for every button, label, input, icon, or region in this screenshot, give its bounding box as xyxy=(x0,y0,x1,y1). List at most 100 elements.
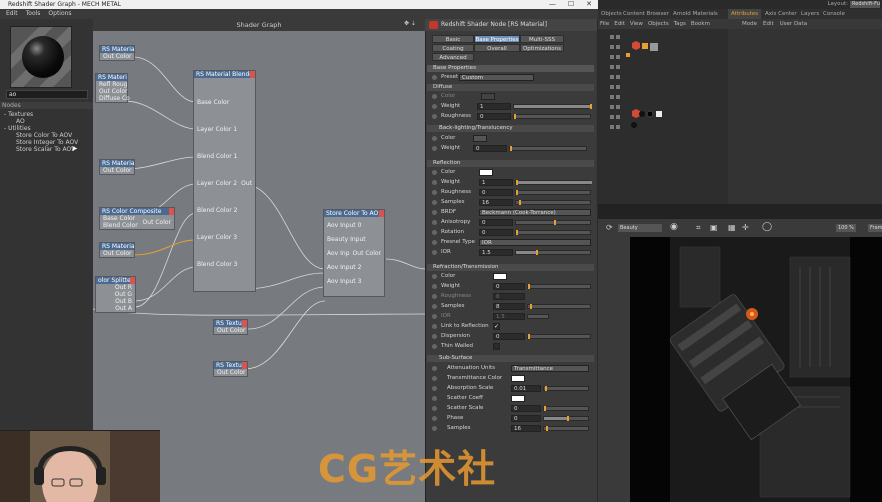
refl-ior-slider[interactable] xyxy=(515,250,591,255)
port-out-color[interactable]: Out Color xyxy=(214,369,247,376)
rotation-field[interactable]: 0 xyxy=(479,229,513,236)
absorption-scale-slider[interactable] xyxy=(543,386,589,391)
animate-dot-icon[interactable] xyxy=(432,416,437,421)
scatter-coeff-swatch[interactable] xyxy=(511,395,525,402)
frame-dropdown[interactable]: Fram xyxy=(868,224,882,232)
attribute-manager[interactable]: Mode Edit User Data xyxy=(728,19,882,204)
rotation-slider[interactable] xyxy=(515,230,591,235)
attr-menu-edit[interactable]: Edit xyxy=(763,19,774,29)
obj-menu-edit[interactable]: Edit xyxy=(614,19,625,29)
refr-weight-slider[interactable] xyxy=(527,284,591,289)
tab-console[interactable]: Console xyxy=(820,9,848,19)
obj-menu-objects[interactable]: Objects xyxy=(648,19,669,29)
tab-coating[interactable]: Coating xyxy=(432,44,474,52)
port-beauty-input[interactable]: Beauty Input xyxy=(324,236,384,243)
atten-units-dropdown[interactable]: Transmittance xyxy=(511,365,589,372)
minimize-button[interactable]: — xyxy=(549,0,556,9)
phase-slider[interactable] xyxy=(543,416,589,421)
attr-menu-user-data[interactable]: User Data xyxy=(780,19,807,29)
backlight-color-swatch[interactable] xyxy=(473,135,487,142)
port-diffuse-color[interactable]: Diffuse Co xyxy=(96,95,130,102)
port-out[interactable]: Out xyxy=(194,180,255,187)
render-viewport[interactable] xyxy=(630,237,882,502)
graph-layout-icon[interactable]: ✥ ⇣ xyxy=(404,20,416,27)
animate-dot-icon[interactable] xyxy=(432,304,437,309)
animate-dot-icon[interactable] xyxy=(432,396,437,401)
obj-menu-view[interactable]: View xyxy=(630,19,643,29)
refl-samples-slider[interactable] xyxy=(515,200,591,205)
zoom-dropdown[interactable]: 100 % xyxy=(836,224,856,232)
animate-dot-icon[interactable] xyxy=(432,324,437,329)
refr-samples-field[interactable]: 8 xyxy=(493,303,525,310)
section-refraction[interactable]: Refraction/Transmission xyxy=(427,264,594,271)
node-store-color-aov[interactable]: Store Color To AO Aov Input 0 Beauty Inp… xyxy=(323,209,385,297)
refresh-icon[interactable]: ⟳ xyxy=(606,223,613,232)
region-icon[interactable]: ▣ xyxy=(710,223,718,232)
tree-store-color-aov[interactable]: Store Color To AOV xyxy=(16,132,72,139)
animate-dot-icon[interactable] xyxy=(432,250,437,255)
port-layer-color-3[interactable]: Layer Color 3 xyxy=(194,234,255,241)
animate-dot-icon[interactable] xyxy=(432,180,437,185)
animate-dot-icon[interactable] xyxy=(432,104,437,109)
node-search-input[interactable]: ao xyxy=(6,90,88,99)
diffuse-weight-slider[interactable] xyxy=(513,104,592,109)
port-base-color[interactable]: Base Color xyxy=(194,99,255,106)
object-manager[interactable]: File Edit View Objects Tags Bookm xyxy=(598,19,728,204)
node-rs-material-2[interactable]: RS Materia Refl Roug Out Color Diffuse C… xyxy=(95,73,130,103)
anisotropy-field[interactable]: 0 xyxy=(479,219,513,226)
animate-dot-icon[interactable] xyxy=(432,274,437,279)
port-out-r[interactable]: Out R xyxy=(96,284,135,291)
scatter-scale-slider[interactable] xyxy=(543,406,589,411)
animate-dot-icon[interactable] xyxy=(432,366,437,371)
node-material-blender[interactable]: RS Material Blender Base Color Layer Col… xyxy=(193,70,256,292)
port-out-color[interactable]: Out Color xyxy=(96,88,127,95)
animate-dot-icon[interactable] xyxy=(432,170,437,175)
tab-overall[interactable]: Overall xyxy=(474,44,520,52)
refl-color-swatch[interactable] xyxy=(479,169,493,176)
animate-dot-icon[interactable] xyxy=(432,210,437,215)
maximize-button[interactable]: ☐ xyxy=(568,0,574,9)
animate-dot-icon[interactable] xyxy=(432,114,437,119)
animate-dot-icon[interactable] xyxy=(432,136,437,141)
port-aov-input-0[interactable]: Aov Input 0 xyxy=(324,222,384,229)
tab-basic[interactable]: Basic xyxy=(432,35,474,43)
refr-roughness-field[interactable]: 0 xyxy=(493,293,525,300)
tree-utilities[interactable]: - Utilities xyxy=(4,125,31,132)
refl-roughness-slider[interactable] xyxy=(515,190,591,195)
port-aov-input-3[interactable]: Aov Input 3 xyxy=(324,278,384,285)
node-color-splitter[interactable]: olor Splitter Out R Out G Out B Out A xyxy=(95,276,136,313)
refl-ior-field[interactable]: 1.5 xyxy=(479,249,513,256)
brdf-dropdown[interactable]: Beckmann (Cook-Torrance) xyxy=(479,209,591,216)
animate-dot-icon[interactable] xyxy=(432,376,437,381)
tab-attributes[interactable]: Attributes xyxy=(728,9,762,19)
refl-weight-slider[interactable] xyxy=(515,180,592,185)
sss-samples-field[interactable]: 16 xyxy=(511,425,541,432)
node-rs-texture-2[interactable]: RS Texture Out Color xyxy=(213,361,248,377)
animate-dot-icon[interactable] xyxy=(432,94,437,99)
section-reflection[interactable]: Reflection xyxy=(427,160,594,167)
animate-dot-icon[interactable] xyxy=(432,75,437,80)
tree-store-scalar-aov[interactable]: Store Scalar To AOV xyxy=(16,146,75,153)
fresnel-dropdown[interactable]: IOR xyxy=(479,239,591,246)
attr-menu-mode[interactable]: Mode xyxy=(742,19,757,29)
animate-dot-icon[interactable] xyxy=(432,294,437,299)
refr-color-swatch[interactable] xyxy=(493,273,507,280)
tab-advanced[interactable]: Advanced xyxy=(432,53,474,61)
refr-ior-slider[interactable] xyxy=(527,314,549,319)
menu-edit[interactable]: Edit xyxy=(6,9,18,19)
absorption-scale-field[interactable]: 0.01 xyxy=(511,385,541,392)
animate-dot-icon[interactable] xyxy=(432,220,437,225)
obj-menu-file[interactable]: File xyxy=(600,19,609,29)
menu-tools[interactable]: Tools xyxy=(26,9,41,19)
thin-walled-checkbox[interactable] xyxy=(493,343,500,350)
camera-icon[interactable]: ◉ xyxy=(670,222,678,232)
section-diffuse[interactable]: Diffuse xyxy=(427,84,594,91)
animate-dot-icon[interactable] xyxy=(432,314,437,319)
port-out-a[interactable]: Out A xyxy=(96,305,135,312)
menu-options[interactable]: Options xyxy=(48,9,71,19)
render-preset-dropdown[interactable]: Beauty xyxy=(618,224,662,232)
refr-samples-slider[interactable] xyxy=(527,304,591,309)
node-rs-material-4[interactable]: RS Materia Out Color xyxy=(99,242,135,258)
object-list[interactable] xyxy=(598,29,728,139)
port-out-color[interactable]: Out Color xyxy=(100,53,134,60)
